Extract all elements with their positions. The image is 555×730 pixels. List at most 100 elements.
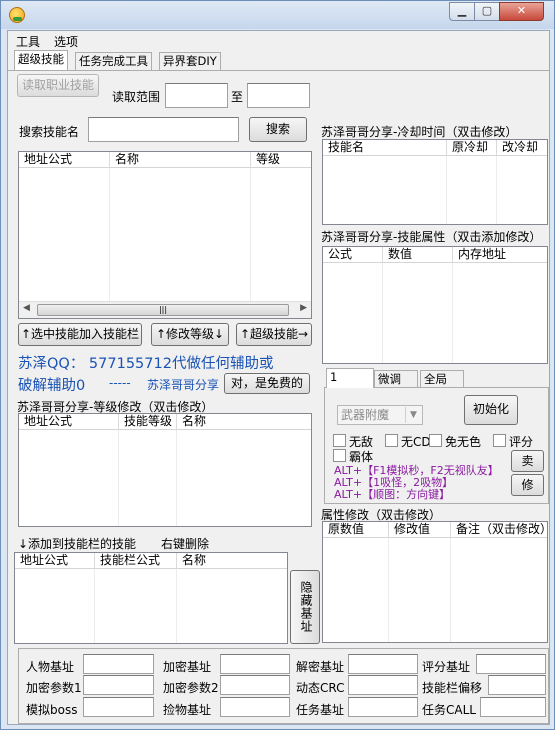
score-label: 评分: [509, 435, 534, 449]
range-start-input[interactable]: [165, 83, 228, 108]
pickup-base-input[interactable]: [220, 697, 290, 717]
col-bar-formula[interactable]: 技能栏公式: [95, 553, 177, 569]
weapon-enchant-value: 武器附魔: [341, 408, 390, 422]
subtab-global[interactable]: 全局: [420, 370, 464, 388]
free-button[interactable]: 对，是免费的: [224, 373, 310, 394]
minimize-button[interactable]: ▁: [449, 2, 475, 21]
encrypt-base-input[interactable]: [220, 654, 290, 674]
client-area: 工具 选项 超级技能 任务完成工具 异界套DIY 读取职业技能 读取范围 至 搜…: [7, 30, 552, 725]
scroll-right-icon[interactable]: ▶: [300, 303, 307, 313]
cooldown-header: 技能名 原冷却 改冷却: [323, 140, 547, 156]
invincible-checkbox[interactable]: [333, 434, 346, 447]
init-button[interactable]: 初始化: [464, 395, 518, 425]
close-button[interactable]: ✕: [499, 2, 544, 21]
skill-list[interactable]: 地址公式 名称 等级 ◀ ||| ▶: [18, 151, 312, 319]
super-skill-button[interactable]: ↑超级技能→: [236, 323, 312, 346]
label-char-base: 人物基址: [26, 660, 75, 674]
skill-attr-title: 苏泽哥哥分享-技能属性（双击添加修改）: [321, 230, 542, 244]
right-click-delete-label: 右键删除: [161, 537, 210, 551]
col-note[interactable]: 备注（双击修改）: [451, 522, 552, 538]
repair-button[interactable]: 修: [511, 474, 544, 496]
grid-line: [446, 156, 447, 224]
col-skill-level[interactable]: 技能等级: [119, 414, 177, 430]
no-cd-checkbox[interactable]: [385, 434, 398, 447]
free-colorless-checkbox[interactable]: [429, 434, 442, 447]
skill-bar-list[interactable]: 地址公式 技能栏公式 名称: [14, 552, 288, 644]
col-name[interactable]: 名称: [110, 152, 251, 168]
label-encrypt-param1: 加密参数1: [26, 681, 82, 695]
col-name[interactable]: 名称: [177, 414, 313, 430]
menu-options[interactable]: 选项: [54, 33, 78, 50]
grid-line: [176, 569, 177, 643]
subtab-1[interactable]: 1: [326, 368, 374, 388]
col-level[interactable]: 等级: [251, 152, 313, 168]
scroll-thumb[interactable]: |||: [37, 304, 289, 316]
col-new-value[interactable]: 修改值: [389, 522, 451, 538]
col-address[interactable]: 地址公式: [19, 414, 119, 430]
subtab-fine-tune[interactable]: 微调: [374, 370, 418, 388]
decrypt-base-input[interactable]: [348, 654, 418, 674]
promo-line-2: 破解辅助0: [18, 378, 86, 394]
search-skill-input[interactable]: [88, 117, 239, 142]
skillbar-offset-input[interactable]: [488, 675, 546, 695]
grid-line: [388, 538, 389, 642]
level-modify-list[interactable]: 地址公式 技能等级 名称: [18, 413, 312, 527]
char-base-input[interactable]: [83, 654, 154, 674]
grid-line: [118, 430, 119, 526]
col-mem-address[interactable]: 内存地址: [453, 247, 549, 263]
no-cd-label: 无CD: [401, 435, 431, 449]
read-job-skill-button[interactable]: 读取职业技能: [17, 74, 99, 97]
score-base-input[interactable]: [476, 654, 546, 674]
col-orig-cooldown[interactable]: 原冷却: [447, 140, 497, 156]
grid-line: [382, 263, 383, 363]
label-decrypt-base: 解密基址: [296, 660, 345, 674]
search-button[interactable]: 搜索: [249, 117, 307, 142]
tab-otherworld-diy[interactable]: 异界套DIY: [159, 52, 221, 70]
grid-line: [450, 538, 451, 642]
menu-tools[interactable]: 工具: [16, 33, 40, 50]
promo-line-1: 苏泽QQ： 577155712代做任何辅助或: [18, 356, 274, 372]
skill-list-hscroll[interactable]: ◀ ||| ▶: [19, 301, 311, 318]
cooldown-title: 苏泽哥哥分享-冷却时间（双击修改）: [321, 125, 518, 139]
encrypt-param1-input[interactable]: [83, 675, 154, 695]
grid-line: [94, 569, 95, 643]
tab-super-skill[interactable]: 超级技能: [14, 50, 68, 70]
col-orig-value[interactable]: 原数值: [323, 522, 389, 538]
task-call-input[interactable]: [480, 697, 546, 717]
chevron-down-icon[interactable]: ▼: [405, 407, 421, 423]
range-end-input[interactable]: [247, 83, 310, 108]
col-address[interactable]: 地址公式: [19, 152, 110, 168]
free-colorless-label: 免无色: [445, 435, 482, 449]
add-to-bar-button[interactable]: ↑选中技能加入技能栏: [18, 323, 142, 346]
weapon-enchant-select[interactable]: 武器附魔 ▼: [337, 405, 423, 425]
col-formula[interactable]: 公式: [323, 247, 383, 263]
col-name[interactable]: 名称: [177, 553, 289, 569]
task-base-input[interactable]: [348, 697, 418, 717]
col-skill-name[interactable]: 技能名: [323, 140, 447, 156]
super-armor-checkbox[interactable]: [333, 449, 346, 462]
tab-divider: [8, 70, 549, 71]
maximize-button[interactable]: ▢: [474, 2, 500, 21]
bar-list-header: 地址公式 技能栏公式 名称: [15, 553, 287, 569]
promo-dash: -----: [109, 376, 131, 390]
dynamic-crc-input[interactable]: [348, 675, 418, 695]
scroll-left-icon[interactable]: ◀: [23, 303, 30, 313]
modify-level-button[interactable]: ↑修改等级↓: [151, 323, 229, 346]
add-bar-skill-label: ↓添加到技能栏的技能: [18, 537, 137, 551]
hide-base-button[interactable]: 隐藏基址: [290, 570, 320, 644]
score-checkbox[interactable]: [493, 434, 506, 447]
to-label: 至: [231, 90, 244, 104]
cooldown-list[interactable]: 技能名 原冷却 改冷却: [322, 139, 548, 225]
sim-boss-input[interactable]: [83, 697, 154, 717]
skill-attr-list[interactable]: 公式 数值 内存地址: [322, 246, 548, 364]
col-address[interactable]: 地址公式: [15, 553, 95, 569]
sell-button[interactable]: 卖: [511, 450, 544, 472]
encrypt-param2-input[interactable]: [220, 675, 290, 695]
label-task-call: 任务CALL: [422, 703, 476, 717]
grid-line: [452, 263, 453, 363]
prop-modify-list[interactable]: 原数值 修改值 备注（双击修改）: [322, 521, 552, 643]
col-new-cooldown[interactable]: 改冷却: [497, 140, 549, 156]
tab-task-tool[interactable]: 任务完成工具: [75, 52, 152, 70]
col-value[interactable]: 数值: [383, 247, 453, 263]
label-dynamic-crc: 动态CRC: [296, 681, 345, 695]
